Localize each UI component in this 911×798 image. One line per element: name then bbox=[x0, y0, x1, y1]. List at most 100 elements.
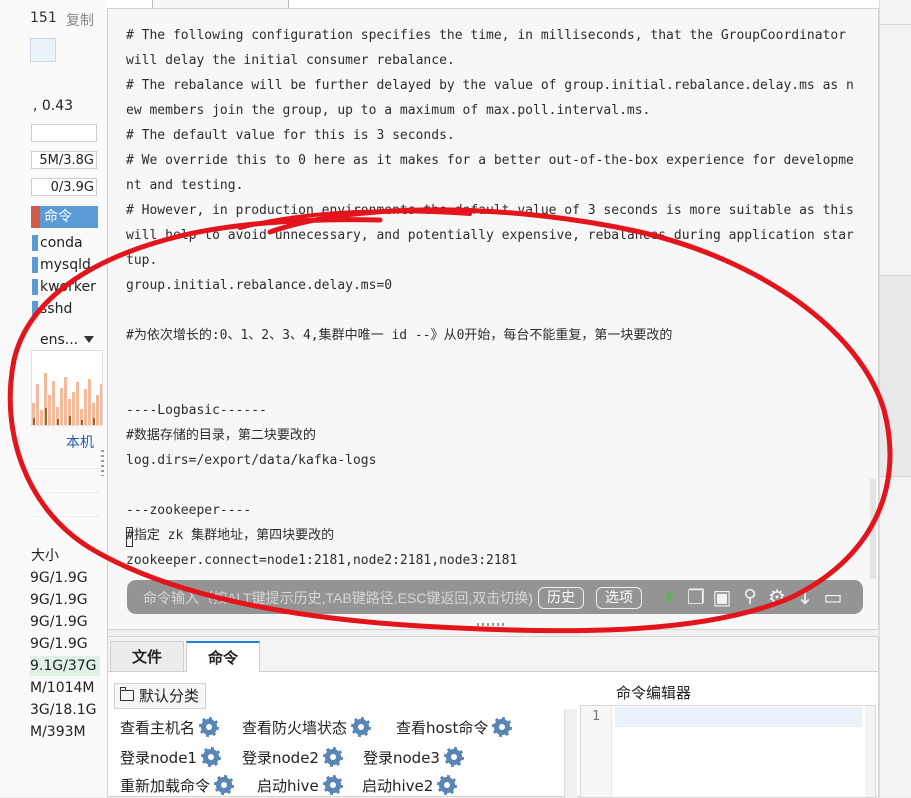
gear-icon[interactable] bbox=[200, 747, 221, 767]
history-button[interactable]: 历史 bbox=[538, 587, 584, 609]
gear-icon[interactable] bbox=[492, 717, 513, 737]
process-row[interactable]: conda bbox=[32, 232, 102, 254]
command-item[interactable]: 启动hive2 bbox=[362, 775, 458, 796]
editor-scrollbar[interactable] bbox=[865, 706, 875, 797]
chevron-down-icon[interactable] bbox=[84, 336, 94, 343]
command-item[interactable]: 查看主机名 bbox=[120, 717, 220, 738]
lightning-icon[interactable]: ⚡ bbox=[657, 585, 681, 609]
gear-icon[interactable]: ⚙ bbox=[765, 585, 789, 609]
arrow-down-icon[interactable]: ↓ bbox=[793, 585, 817, 609]
command-item[interactable]: 登录node3 bbox=[363, 747, 464, 768]
system-monitor-sidebar: 151 复制 , 0.43 5M/3.8G 0/3.9G 命令 conda my… bbox=[0, 0, 108, 797]
category-default[interactable]: 默认分类 bbox=[114, 683, 207, 709]
divider bbox=[31, 492, 101, 493]
disk-row: 9G/1.9G bbox=[30, 592, 88, 608]
folder-icon bbox=[119, 687, 134, 701]
process-row[interactable]: kworker bbox=[32, 276, 102, 298]
gear-icon[interactable] bbox=[351, 717, 372, 737]
copy-link[interactable]: 复制 bbox=[66, 10, 94, 30]
traffic-bar bbox=[60, 388, 63, 425]
gear-icon[interactable] bbox=[437, 775, 458, 795]
paste-icon[interactable]: ▣ bbox=[710, 585, 734, 609]
command-editor[interactable]: 1 bbox=[580, 705, 876, 798]
right-panel-strip bbox=[879, 0, 911, 797]
command-item[interactable]: 查看防火墙状态 bbox=[242, 717, 372, 738]
command-item[interactable]: 查看host命令 bbox=[396, 717, 513, 738]
divider bbox=[880, 24, 911, 25]
traffic-bar bbox=[96, 395, 99, 425]
traffic-bar bbox=[52, 380, 55, 425]
disk-row: M/393M bbox=[30, 724, 86, 740]
command-item[interactable]: 登录node1 bbox=[120, 747, 221, 768]
gear-icon[interactable] bbox=[443, 747, 464, 767]
gear-icon[interactable] bbox=[322, 775, 343, 795]
command-item[interactable]: 启动hive bbox=[257, 775, 343, 796]
process-row[interactable]: sshd bbox=[32, 298, 102, 320]
disk-row: 9G/1.9G bbox=[30, 636, 88, 652]
traffic-bar bbox=[100, 384, 102, 425]
memory-bar: 5M/3.8G bbox=[31, 151, 97, 169]
traffic-bar bbox=[88, 379, 91, 425]
disk-row: M/1014M bbox=[30, 680, 95, 696]
terminal-tab[interactable] bbox=[152, 0, 289, 8]
command-list-scrollbar[interactable] bbox=[564, 709, 577, 798]
command-item[interactable]: 重新加载命令 bbox=[120, 775, 235, 796]
traffic-bar bbox=[40, 410, 43, 425]
disk-size-header: 大小 bbox=[31, 548, 59, 564]
command-input[interactable] bbox=[141, 585, 537, 611]
process-row[interactable]: mysqld bbox=[32, 254, 102, 276]
process-column-header[interactable]: 命令 bbox=[31, 206, 98, 228]
command-editor-title: 命令编辑器 bbox=[616, 684, 692, 702]
maximize-icon[interactable]: ▭ bbox=[821, 585, 845, 609]
terminal-output[interactable]: # The following configuration specifies … bbox=[107, 8, 879, 630]
local-host-label[interactable]: 本机 bbox=[66, 432, 94, 452]
gear-icon[interactable] bbox=[199, 717, 220, 737]
disk-row: 9.1G/37G bbox=[30, 656, 100, 676]
bottom-tabs: 文件 命令 bbox=[108, 637, 878, 672]
search-icon[interactable]: ⚲ bbox=[738, 585, 762, 609]
load-average: , 0.43 bbox=[33, 98, 74, 114]
traffic-bar bbox=[64, 376, 67, 425]
terminal-cursor bbox=[126, 527, 133, 547]
host-number: 151 bbox=[30, 10, 57, 26]
current-line-highlight bbox=[615, 707, 862, 727]
panel-resize-handle[interactable] bbox=[477, 623, 507, 626]
bottom-panel: 文件 命令 默认分类 查看主机名 查看防火墙状态 查看host命令 登录node… bbox=[107, 636, 879, 798]
network-traffic-chart bbox=[31, 350, 103, 426]
traffic-bar-dark bbox=[69, 416, 71, 425]
line-numbers: 1 bbox=[581, 706, 612, 797]
gear-icon[interactable] bbox=[214, 775, 235, 795]
terminal-text: # The following configuration specifies … bbox=[126, 28, 854, 568]
command-item[interactable]: 登录node2 bbox=[242, 747, 343, 768]
disk-row: 9G/1.9G bbox=[30, 570, 88, 586]
network-interface-select[interactable]: ens... bbox=[40, 332, 78, 348]
swap-bar: 0/3.9G bbox=[31, 178, 97, 196]
traffic-bar-dark bbox=[93, 417, 95, 425]
gear-icon[interactable] bbox=[322, 747, 343, 767]
ip-field[interactable] bbox=[30, 38, 56, 62]
copy-icon[interactable]: ❐ bbox=[684, 585, 708, 609]
traffic-bar-dark bbox=[45, 407, 47, 425]
terminal-tab-bar bbox=[107, 0, 879, 8]
traffic-bar-dark bbox=[33, 417, 35, 425]
disk-row: 9G/1.9G bbox=[30, 614, 88, 630]
cpu-bar bbox=[31, 124, 97, 142]
command-input-bar: 历史 选项 ⚡ ❐ ▣ ⚲ ⚙ ↓ ▭ bbox=[127, 580, 863, 614]
disk-row: 3G/18.1G bbox=[30, 702, 97, 718]
divider bbox=[31, 468, 101, 469]
side-panel[interactable] bbox=[880, 275, 911, 477]
traffic-bar bbox=[72, 391, 75, 425]
traffic-bar-dark bbox=[81, 419, 83, 425]
traffic-bar bbox=[76, 382, 79, 425]
traffic-bar bbox=[36, 384, 39, 425]
traffic-bar bbox=[48, 395, 51, 425]
terminal-scrollbar[interactable] bbox=[870, 479, 876, 579]
traffic-bar-dark bbox=[57, 419, 59, 425]
tab-files[interactable]: 文件 bbox=[110, 641, 184, 671]
category-label: 默认分类 bbox=[139, 687, 200, 705]
options-button[interactable]: 选项 bbox=[596, 587, 642, 609]
divider bbox=[31, 516, 101, 517]
tab-commands[interactable]: 命令 bbox=[186, 641, 260, 672]
sidebar-resize-handle[interactable] bbox=[101, 450, 104, 476]
traffic-bar bbox=[84, 389, 87, 425]
